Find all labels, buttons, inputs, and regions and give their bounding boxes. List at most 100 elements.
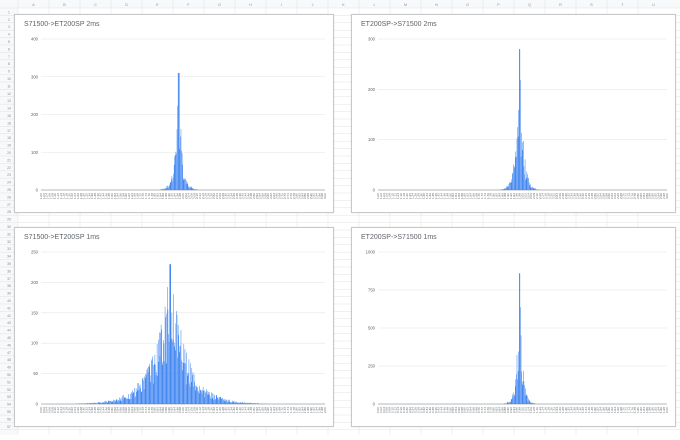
- histogram-bar: [509, 403, 510, 404]
- histogram-bar: [94, 403, 95, 404]
- x-tick-label: 2.00: [323, 407, 327, 413]
- histogram-bar: [185, 349, 186, 404]
- histogram-bar: [118, 400, 119, 404]
- histogram-bar: [506, 186, 507, 190]
- y-tick-label: 400: [31, 37, 39, 42]
- chart-card[interactable]: S71500->ET200SP 1ms 0501001502002500.000…: [14, 227, 334, 427]
- histogram-bar: [504, 189, 505, 190]
- histogram-bar: [206, 392, 207, 404]
- histogram-bar: [528, 401, 529, 404]
- histogram-bar: [160, 356, 161, 404]
- histogram-bar: [169, 342, 170, 404]
- histogram-bar: [525, 396, 526, 404]
- histogram-bar: [505, 188, 506, 190]
- histogram-bar: [229, 400, 230, 404]
- histogram-bar: [103, 403, 104, 404]
- histogram-bar: [152, 359, 153, 404]
- histogram-bar: [94, 402, 95, 404]
- histogram-bar: [153, 384, 154, 404]
- histogram-bar: [517, 127, 518, 190]
- histogram-bar: [236, 402, 237, 404]
- histogram-bar: [256, 403, 257, 404]
- histogram-bar: [82, 403, 83, 404]
- column-header-label: Q: [528, 3, 531, 7]
- histogram-bar: [108, 401, 109, 404]
- column-header-label: R: [559, 3, 562, 7]
- histogram-bar: [178, 73, 179, 190]
- histogram-bar: [177, 106, 178, 190]
- histogram-bar: [224, 401, 225, 404]
- histogram-bar: [170, 182, 171, 190]
- histogram-bar: [170, 264, 171, 404]
- histogram-bar: [505, 403, 506, 404]
- row-number: 20: [7, 151, 11, 155]
- histogram-bar: [525, 180, 526, 190]
- histogram-bar: [249, 403, 250, 404]
- histogram-bar: [230, 402, 231, 404]
- histogram-bar: [172, 342, 173, 404]
- histogram-bar: [162, 365, 163, 404]
- histogram-bar: [231, 403, 232, 404]
- histogram-bar: [120, 398, 121, 404]
- histogram-bar: [520, 49, 521, 190]
- histogram-bar: [518, 352, 519, 404]
- row-number: 47: [7, 351, 11, 355]
- histogram-bar: [513, 398, 514, 404]
- histogram-bar: [84, 403, 85, 404]
- histogram-bar: [227, 402, 228, 404]
- chart-card[interactable]: ET200SP->S71500 1ms 025050075010000.000.…: [351, 227, 676, 427]
- histogram-bar: [182, 362, 183, 404]
- chart-card[interactable]: ET200SP->S71500 2ms 01002003001.001.021.…: [351, 14, 676, 213]
- histogram-bar: [512, 399, 513, 404]
- histogram-bar: [218, 397, 219, 404]
- histogram-bar: [156, 375, 157, 404]
- histogram-bar: [513, 173, 514, 190]
- histogram-bar: [514, 396, 515, 404]
- histogram-bar: [507, 402, 508, 404]
- histogram-bar: [159, 332, 160, 404]
- histogram-bar: [144, 389, 145, 404]
- row-number: 43: [7, 321, 11, 325]
- histogram-bar: [510, 402, 511, 404]
- histogram-bar: [101, 403, 102, 404]
- histogram-bar: [198, 392, 199, 404]
- histogram-bar: [202, 390, 203, 404]
- y-tick-label: 1000: [366, 250, 376, 255]
- histogram-bar: [234, 403, 235, 404]
- histogram-bar: [535, 188, 536, 190]
- histogram-bar: [144, 377, 145, 404]
- histogram-bar: [105, 402, 106, 404]
- chart-card[interactable]: S71500->ET200SP 2ms 01002003004001.001.0…: [14, 14, 334, 213]
- row-number: 25: [7, 188, 11, 192]
- histogram-bar: [171, 264, 172, 404]
- histogram-bar: [190, 363, 191, 404]
- histogram-bar: [509, 183, 510, 190]
- histogram-bar: [205, 397, 206, 404]
- histogram-bar: [531, 187, 532, 190]
- histogram-bar: [126, 399, 127, 404]
- y-tick-label: 500: [368, 326, 376, 331]
- histogram-bar: [535, 188, 536, 190]
- histogram-bar: [132, 394, 133, 404]
- histogram-bar: [106, 402, 107, 404]
- histogram-bar: [184, 344, 185, 404]
- histogram-bar: [148, 372, 149, 404]
- histogram-bar: [158, 340, 159, 404]
- histogram-bar: [188, 373, 189, 404]
- histogram-bar: [215, 399, 216, 404]
- histogram-bar: [176, 154, 177, 190]
- histogram-bar: [252, 403, 253, 404]
- histogram-bar: [236, 403, 237, 404]
- histogram-bar: [527, 172, 528, 190]
- histogram-bar: [78, 403, 79, 404]
- histogram-bar: [526, 178, 527, 190]
- histogram-bar: [521, 133, 522, 190]
- histogram-bar: [121, 400, 122, 404]
- histogram-bar: [137, 390, 138, 404]
- histogram-bar: [238, 402, 239, 404]
- histogram-bar: [162, 189, 163, 190]
- histogram-bar: [529, 400, 530, 404]
- histogram-chart: 01002003001.001.021.041.061.081.101.121.…: [352, 15, 675, 212]
- histogram-chart: 01002003004001.001.021.041.061.081.101.1…: [15, 15, 333, 212]
- histogram-bar: [134, 388, 135, 404]
